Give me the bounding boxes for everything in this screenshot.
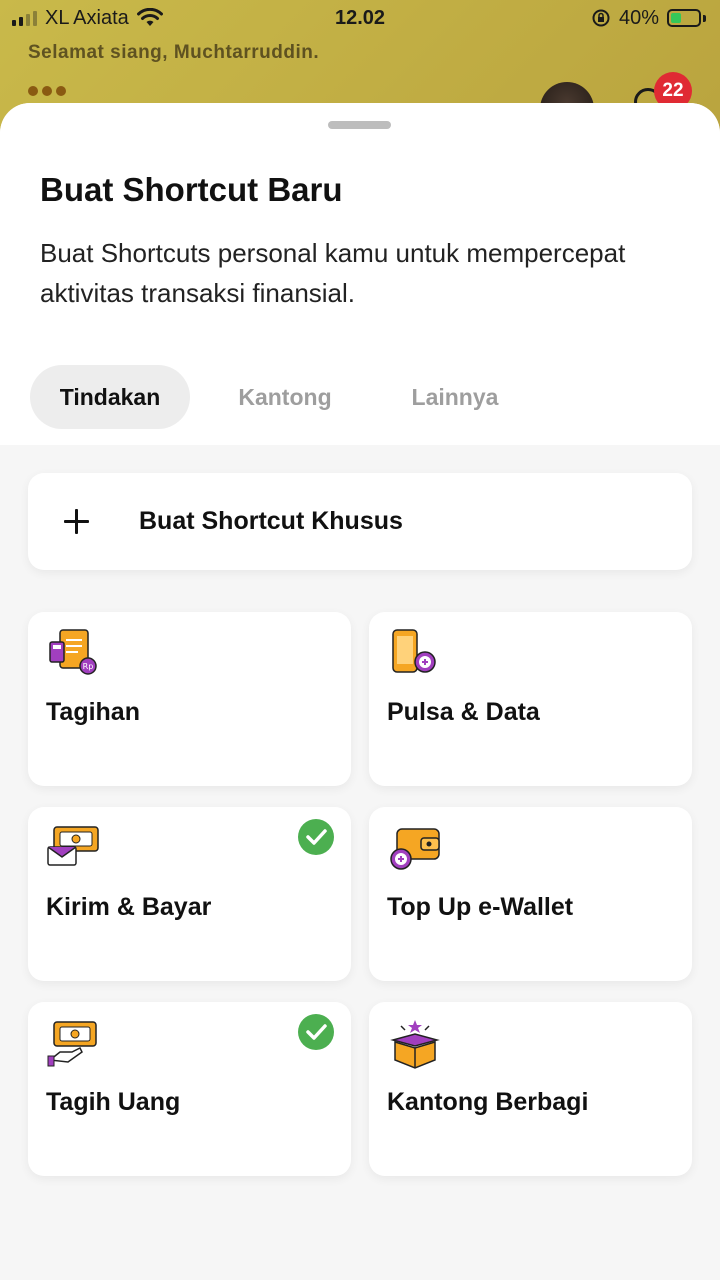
create-custom-shortcut-button[interactable]: Buat Shortcut Khusus xyxy=(28,473,692,570)
request-money-icon xyxy=(47,1021,97,1067)
sheet-description: Buat Shortcuts personal kamu untuk mempe… xyxy=(40,238,626,308)
create-custom-shortcut-label: Buat Shortcut Khusus xyxy=(139,507,403,535)
status-bar: XL Axiata 12.02 40% xyxy=(0,0,720,36)
selected-check-icon xyxy=(298,1014,334,1050)
tab-lainnya[interactable]: Lainnya xyxy=(380,365,530,429)
shortcut-card-tagihan[interactable]: Rp Tagihan xyxy=(28,612,351,786)
tab-tindakan[interactable]: Tindakan xyxy=(30,365,190,429)
selected-check-icon xyxy=(298,819,334,855)
bottom-sheet: Buat Shortcut Baru Buat Shortcuts person… xyxy=(0,103,720,1280)
carrier-name: XL Axiata xyxy=(45,6,129,29)
shortcut-label: Kirim & Bayar xyxy=(46,893,212,921)
bill-icon: Rp xyxy=(49,629,97,675)
shortcut-label: Tagih Uang xyxy=(46,1088,181,1116)
shortcut-label: Top Up e-Wallet xyxy=(387,893,574,921)
shortcut-card-topup-ewallet[interactable]: Top Up e-Wallet xyxy=(369,807,692,981)
shortcut-card-kirim-bayar[interactable]: Kirim & Bayar xyxy=(28,807,351,981)
wifi-icon xyxy=(136,8,163,26)
rotation-lock-icon xyxy=(592,9,610,27)
phone-topup-icon xyxy=(392,629,436,673)
send-money-icon xyxy=(47,826,99,866)
sheet-title: Buat Shortcut Baru xyxy=(40,171,343,208)
greeting-text: Selamat siang, Muchtarruddin. xyxy=(28,42,320,63)
svg-text:Rp: Rp xyxy=(83,662,94,671)
shortcut-label: Tagihan xyxy=(46,698,140,726)
app-logo xyxy=(28,86,66,96)
shortcut-card-kantong-berbagi[interactable]: Kantong Berbagi xyxy=(369,1002,692,1176)
battery-percentage: 40% xyxy=(618,6,659,29)
drag-handle[interactable] xyxy=(328,121,391,129)
wallet-topup-icon xyxy=(390,828,440,870)
shortcut-card-pulsa-data[interactable]: Pulsa & Data xyxy=(369,612,692,786)
tab-bar: Tindakan Kantong Lainnya xyxy=(30,365,530,429)
plus-icon xyxy=(28,473,124,570)
shared-pocket-icon xyxy=(390,1020,440,1069)
signal-icon xyxy=(12,10,37,26)
shortcut-label: Pulsa & Data xyxy=(387,698,540,726)
sheet-header: Buat Shortcut Baru Buat Shortcuts person… xyxy=(0,103,720,445)
shortcut-label: Kantong Berbagi xyxy=(387,1088,589,1116)
tab-kantong[interactable]: Kantong xyxy=(190,365,380,429)
shortcut-card-tagih-uang[interactable]: Tagih Uang xyxy=(28,1002,351,1176)
battery-icon xyxy=(667,9,706,27)
